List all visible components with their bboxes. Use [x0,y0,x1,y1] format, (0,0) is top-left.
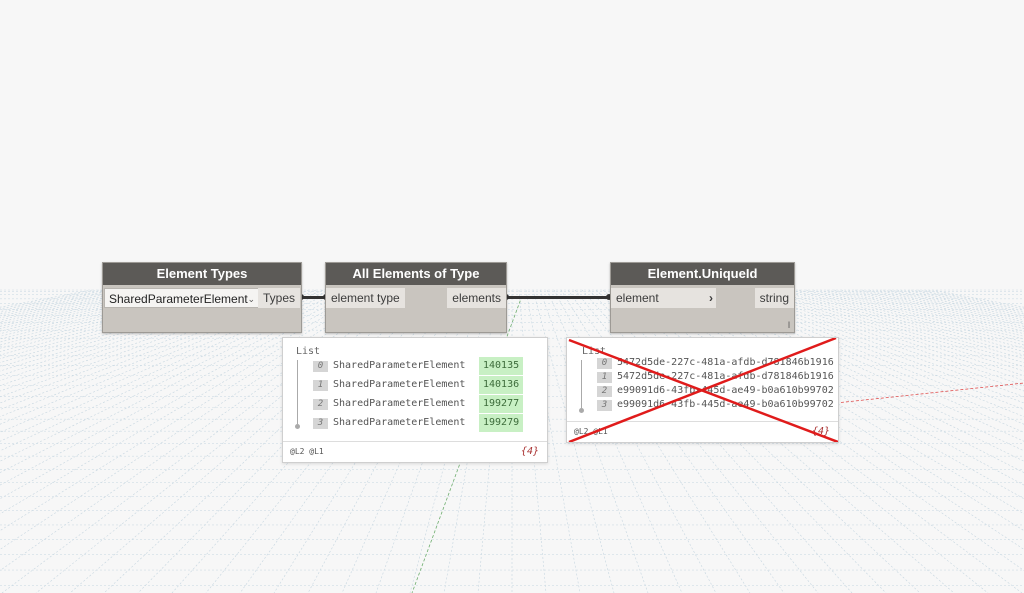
chevron-down-icon[interactable]: ⌄ [247,289,255,309]
red-x-icon [568,338,838,442]
lacing-indicator[interactable]: l [788,320,790,330]
output-port-elements[interactable]: elements [447,288,506,308]
output-port-types[interactable]: Types [257,288,300,308]
preview-footer: @L2 @L1 {4} [283,441,547,462]
item-name: SharedParameterElement [333,360,466,371]
element-id: 199279 [479,414,524,432]
output-port-string[interactable]: string [754,288,794,308]
element-id: 199277 [479,395,524,413]
element-id: 140135 [479,357,524,375]
dropdown-value: SharedParameterElement [109,292,248,306]
node-element-types[interactable]: Element Types SharedParameterElement ⌄ T… [102,262,302,333]
item-index: 1 [313,379,328,391]
list-item: 3 SharedParameterElement 199279 [313,414,541,432]
input-port-element[interactable]: element › [611,288,716,308]
preview-bubble-elements[interactable]: List 0 SharedParameterElement 140135 1 Sha… [282,337,548,463]
item-name: SharedParameterElement [333,398,466,409]
input-port-element-type[interactable]: element type [326,288,405,308]
item-index: 0 [313,360,328,372]
item-name: SharedParameterElement [333,379,466,390]
chevron-right-icon: › [709,291,713,305]
preview-bubble-unique-ids[interactable]: List 0 5472d5de-227c-481a-afdb-d781846b19… [566,337,839,443]
input-port-label: element [616,291,659,305]
list-item: 1 SharedParameterElement 140136 [313,376,541,394]
graph-canvas[interactable]: Element Types SharedParameterElement ⌄ T… [0,0,1024,593]
node-title: All Elements of Type [326,263,506,285]
node-title: Element Types [103,263,301,285]
list-item: 0 SharedParameterElement 140135 [313,357,541,375]
element-type-dropdown[interactable]: SharedParameterElement ⌄ [104,288,260,308]
node-all-elements-of-type[interactable]: All Elements of Type element type elemen… [325,262,507,333]
list-item: 2 SharedParameterElement 199277 [313,395,541,413]
list-levels[interactable]: @L2 @L1 [290,442,324,462]
list-spine [297,360,298,424]
item-count: {4} [520,446,539,457]
item-name: SharedParameterElement [333,417,466,428]
node-title: Element.UniqueId [611,263,794,285]
list-label: List [296,346,321,357]
list-end-dot [295,424,300,429]
item-index: 3 [313,417,328,429]
item-index: 2 [313,398,328,410]
node-element-uniqueid[interactable]: Element.UniqueId element › string l [610,262,795,333]
wire-elements-to-element[interactable] [506,296,610,299]
element-id: 140136 [479,376,524,394]
